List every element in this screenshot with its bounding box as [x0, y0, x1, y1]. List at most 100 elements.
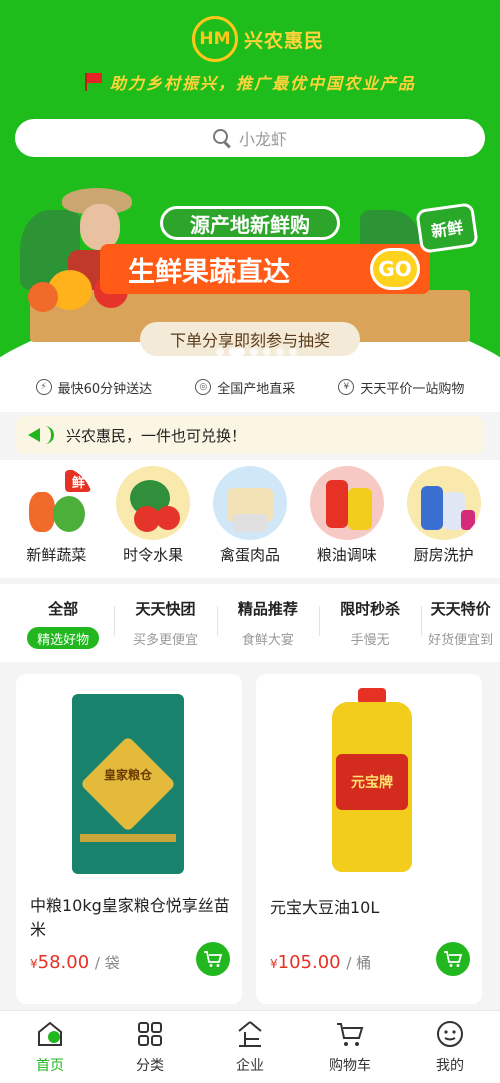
tab-subtitle: 食鲜大宴 [241, 632, 294, 648]
feature-fast-delivery: ⚡ 最快60分钟送达 [35, 378, 153, 397]
product-image-oil: 元宝牌 [256, 674, 482, 884]
product-name: 元宝大豆油10L [270, 898, 380, 917]
product-tabs: 全部 精选好物 天天快团 买多更便宜 精品推荐 食鲜大宴 限时秒杀 手慢无 天天… [0, 584, 500, 662]
price-unit: / 桶 [346, 954, 372, 972]
feature-label: 全国产地直采 [217, 381, 296, 397]
tabbar-label: 购物车 [329, 1058, 371, 1074]
tabbar-home[interactable]: 首页 [5, 1011, 95, 1083]
tab-all[interactable]: 全部 精选好物 [12, 584, 114, 662]
yen-icon: ¥ [338, 379, 355, 395]
category-label: 粮油调味 [316, 546, 377, 564]
tab-title: 全部 [48, 600, 79, 618]
price-unit: / 袋 [94, 954, 120, 972]
price-value: 58.00 [37, 952, 90, 973]
grid-icon [138, 1022, 162, 1046]
feature-label: 最快60分钟送达 [57, 381, 153, 397]
search-placeholder: 小龙虾 [238, 130, 287, 149]
home-icon [38, 1021, 62, 1046]
tabbar-label: 我的 [436, 1058, 464, 1074]
product-price: ¥105.00 / 桶 [270, 952, 371, 973]
add-to-cart-button[interactable] [196, 942, 230, 976]
tab-title: 限时秒杀 [340, 600, 401, 618]
category-nav: 鲜 新鲜蔬菜 时令水果 禽蛋肉品 粮油调味 厨房洗护 [0, 460, 500, 578]
product-image-rice: 皇家粮仓 [16, 674, 242, 884]
tab-group-buy[interactable]: 天天快团 买多更便宜 [114, 584, 216, 662]
category-fruits[interactable]: 时令水果 [107, 460, 199, 578]
product-card[interactable]: 元宝牌 元宝大豆油10L ¥105.00 / 桶 [256, 674, 482, 1004]
tab-title: 天天特价 [430, 600, 491, 618]
tabbar-category[interactable]: 分类 [105, 1011, 195, 1083]
enterprise-icon [238, 1021, 262, 1047]
carousel-dot[interactable] [263, 348, 271, 356]
feature-low-price: ¥ 天天平价一站购物 [338, 378, 464, 397]
category-kitchen-care[interactable]: 厨房洗护 [398, 460, 490, 578]
carousel-dot[interactable] [250, 348, 258, 356]
eggs-meat-image [212, 466, 287, 540]
price-currency: ¥ [30, 957, 38, 971]
slogan: 助力乡村振兴，推广最优中国农业产品 [84, 70, 416, 94]
tab-daily-deals[interactable]: 天天特价 好货便宜到 [421, 584, 500, 662]
speaker-icon [28, 426, 54, 444]
tabbar-enterprise[interactable]: 企业 [205, 1011, 295, 1083]
tab-title: 精品推荐 [237, 600, 298, 618]
bottom-tab-bar: 首页 分类 企业 购物车 我的 [0, 1010, 500, 1083]
carousel-dot[interactable] [216, 348, 224, 356]
notice-text: 兴农惠民，一件也可兑换！ [66, 426, 247, 445]
rice-brand-label: 皇家粮仓 [103, 768, 152, 782]
grain-oil-image [309, 466, 384, 540]
carousel-dot[interactable] [276, 348, 284, 356]
service-features: ⚡ 最快60分钟送达 ◎ 全国产地直采 ¥ 天天平价一站购物 [0, 362, 500, 412]
category-grain-oil[interactable]: 粮油调味 [301, 460, 393, 578]
fresh-badge: 鲜 [65, 470, 92, 492]
product-grid: 皇家粮仓 中粮10kg皇家粮仓悦享丝苗米 ¥58.00 / 袋 元宝牌 元宝大豆… [0, 662, 500, 1010]
search-input[interactable]: 小龙虾 [15, 119, 485, 157]
tabbar-label: 企业 [236, 1058, 264, 1074]
kitchen-care-image [406, 466, 481, 540]
tab-subtitle: 手慢无 [350, 632, 390, 648]
price-value: 105.00 [277, 952, 341, 973]
tabbar-label: 首页 [36, 1058, 64, 1074]
product-card[interactable]: 皇家粮仓 中粮10kg皇家粮仓悦享丝苗米 ¥58.00 / 袋 [16, 674, 242, 1004]
promo-banner[interactable]: 源产地新鲜购 生鲜果蔬直达 GO 新鲜 下单分享即刻参与抽奖 [0, 170, 500, 360]
tab-recommended[interactable]: 精品推荐 食鲜大宴 [216, 584, 319, 662]
tabbar-cart[interactable]: 购物车 [305, 1011, 395, 1083]
carousel-dot[interactable] [289, 348, 297, 356]
tab-subtitle: 好货便宜到 [428, 632, 494, 648]
add-to-cart-button[interactable] [436, 942, 470, 976]
cart-icon [204, 951, 223, 967]
tabbar-profile[interactable]: 我的 [405, 1011, 495, 1083]
price-currency: ¥ [270, 957, 278, 971]
search-icon [212, 129, 231, 147]
category-label: 时令水果 [123, 546, 184, 564]
banner-headline: 源产地新鲜购 [160, 206, 340, 240]
oil-brand-label: 元宝牌 [336, 754, 408, 810]
notice-bar[interactable]: 兴农惠民，一件也可兑换！ [16, 416, 484, 454]
tab-flash-sale[interactable]: 限时秒杀 手慢无 [318, 584, 421, 662]
feature-label: 天天平价一站购物 [360, 381, 465, 397]
flag-icon [84, 73, 104, 91]
carousel-indicator[interactable] [216, 348, 297, 356]
slogan-text: 助力乡村振兴，推广最优中国农业产品 [110, 74, 417, 93]
banner-go-button[interactable]: GO [370, 248, 420, 290]
category-label: 禽蛋肉品 [219, 546, 280, 564]
product-name: 中粮10kg皇家粮仓悦享丝苗米 [30, 896, 230, 939]
tab-subtitle: 买多更便宜 [132, 632, 198, 648]
category-label: 厨房洗护 [413, 546, 474, 564]
category-vegetables[interactable]: 鲜 新鲜蔬菜 [10, 460, 102, 578]
hero-section: HM 兴农惠民 助力乡村振兴，推广最优中国农业产品 小龙虾 源产地新鲜购 生鲜果… [0, 0, 500, 362]
fruits-image [116, 466, 191, 540]
cart-icon [337, 1023, 364, 1046]
tab-subtitle: 精选好物 [27, 627, 100, 649]
app-logo: HM 兴农惠民 [192, 16, 324, 62]
category-eggs-meat[interactable]: 禽蛋肉品 [204, 460, 296, 578]
product-price: ¥58.00 / 袋 [30, 952, 120, 973]
logo-text: 兴农惠民 [244, 29, 325, 52]
carousel-dot-active[interactable] [229, 348, 245, 356]
logo-mark: HM [192, 16, 238, 62]
category-label: 新鲜蔬菜 [26, 546, 87, 564]
banner-fresh-tag: 新鲜 [415, 202, 479, 254]
lightning-icon: ⚡ [35, 379, 52, 395]
feature-direct-sourcing: ◎ 全国产地直采 [195, 378, 295, 397]
cart-icon [444, 951, 463, 967]
tabbar-label: 分类 [136, 1058, 164, 1074]
